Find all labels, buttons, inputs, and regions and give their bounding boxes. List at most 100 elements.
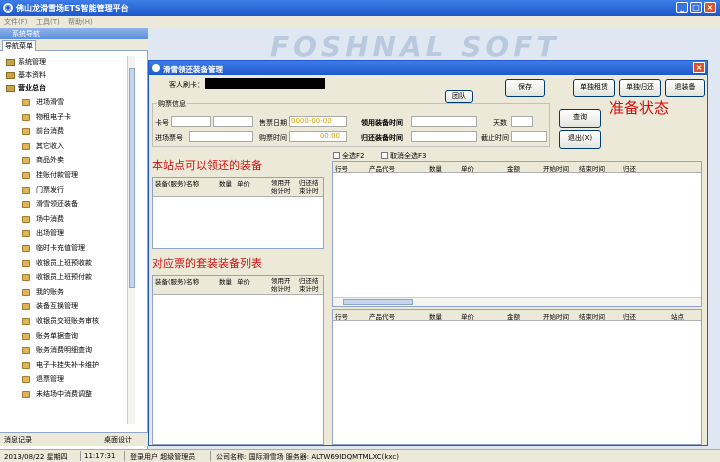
message-log-button[interactable]: 消息记录 [4, 435, 32, 445]
days-field[interactable] [511, 116, 533, 127]
deadline-label: 截止时间 [481, 134, 509, 142]
nav-item-label: 收银员上班预付款 [36, 273, 92, 282]
nav-group-basic[interactable]: 基本资料 [4, 69, 126, 82]
nav-item[interactable]: 未结场中消费调整 [4, 387, 126, 402]
folder-icon [6, 72, 15, 79]
card-no-field-2[interactable] [213, 116, 253, 127]
module-icon [22, 376, 30, 384]
status-company: 公司名称: 国际滑雪场 服务器: ALTW69IDQMTMLXC(kxc) [216, 453, 399, 461]
nav-item[interactable]: 前台消费 [4, 124, 126, 139]
return-time-field[interactable] [411, 131, 477, 142]
collect-time-field[interactable] [411, 116, 477, 127]
minimize-button[interactable]: _ [676, 2, 688, 13]
nav-item[interactable]: 出场管理 [4, 226, 126, 241]
module-icon [22, 201, 30, 209]
nav-item-label: 装备互换管理 [36, 302, 78, 311]
nav-item[interactable]: 滑雪领还装备 [4, 197, 126, 212]
team-button[interactable]: 团队 [445, 90, 473, 103]
nav-item[interactable]: 我的账务 [4, 285, 126, 300]
dialog-icon [152, 64, 160, 72]
sell-date-field[interactable]: 0000-00-00 [289, 116, 347, 127]
desktop-design-button[interactable]: 桌面设计 [104, 435, 132, 445]
nav-item[interactable]: 退票管理 [4, 372, 126, 387]
nav-item[interactable]: 其它收入 [4, 139, 126, 154]
nav-item[interactable]: 装备互换管理 [4, 299, 126, 314]
entry-ticket-field[interactable] [189, 131, 253, 142]
maximize-button[interactable]: □ [690, 2, 702, 13]
scroll-thumb[interactable] [343, 299, 413, 305]
tab-nav-menu[interactable]: 导航菜单 [2, 40, 36, 51]
nav-item[interactable]: 收银员上班预收款 [4, 256, 126, 271]
nav-item-label: 进场滑雪 [36, 98, 64, 106]
dialog-title-bar: 滑雪领还装备管理 × [149, 61, 707, 75]
nav-item-label: 滑雪领还装备 [36, 200, 78, 209]
save-button[interactable]: 保存 [505, 79, 545, 97]
nav-item[interactable]: 挂账付款管理 [4, 168, 126, 183]
grid-header: 行号 产品代号 数量 单价 金额 开始时间 结束时间 归还 [333, 162, 701, 173]
nav-item-label: 前台消费 [36, 127, 64, 136]
nav-item-label: 账务消费明细查询 [36, 346, 92, 355]
nav-header-title: 系统导航 [12, 30, 40, 38]
nav-footer: 消息记录 桌面设计 [0, 432, 148, 446]
refund-equipment-button[interactable]: 退装备 [665, 79, 705, 97]
return-detail-grid[interactable]: 行号 产品代号 数量 单价 金额 开始时间 结束时间 归还 站点 [332, 309, 702, 445]
close-button[interactable]: × [704, 2, 716, 13]
app-logo-icon: ◉ [3, 3, 13, 13]
module-icon [22, 128, 30, 136]
nav-item[interactable]: 账务单据查询 [4, 329, 126, 344]
module-icon [22, 390, 30, 398]
nav-item[interactable]: 场中消费 [4, 212, 126, 227]
menu-help[interactable]: 帮助(H) [68, 17, 93, 27]
module-icon [22, 244, 30, 252]
folder-icon [6, 59, 15, 66]
nav-item[interactable]: 商品外卖 [4, 153, 126, 168]
nav-item[interactable]: 收银员交班账务审核 [4, 314, 126, 329]
query-button[interactable]: 查询 [559, 109, 601, 128]
nav-item[interactable]: 账务消费明细查询 [4, 343, 126, 358]
dialog-close-button[interactable]: × [693, 62, 705, 73]
purchase-info-title: 购票信息 [157, 99, 187, 109]
set-equipment-grid[interactable]: 装备(服务)名称 数量 单价 领用开始计时 归还结束计时 [152, 275, 324, 445]
app-title: 佛山龙滑雪场ETS智能管理平台 [16, 4, 129, 13]
card-input[interactable] [205, 78, 325, 89]
module-icon [22, 215, 30, 223]
nav-scrollbar[interactable] [127, 56, 135, 424]
station-equipment-grid[interactable]: 装备(服务)名称 数量 单价 领用开始计时 归还结束计时 [152, 177, 324, 249]
nav-header: 系统导航 [0, 28, 148, 39]
card-no-field[interactable] [171, 116, 211, 127]
nav-item-label: 场中消费 [36, 214, 64, 223]
rental-detail-grid[interactable]: 行号 产品代号 数量 单价 金额 开始时间 结束时间 归还 [332, 161, 702, 307]
horizontal-scrollbar[interactable] [333, 297, 701, 306]
nav-tab-bar: 导航菜单 [0, 39, 148, 51]
nav-item[interactable]: 进场滑雪 [4, 95, 126, 110]
module-icon [22, 288, 30, 296]
nav-item[interactable]: 收银员上班预付款 [4, 270, 126, 285]
rent-button[interactable]: 单独租赁 [573, 79, 615, 97]
nav-group-system[interactable]: 系统管理 [4, 56, 126, 69]
nav-group-frontdesk[interactable]: 营业总台 [4, 82, 126, 95]
collect-time-label: 领用装备时间 [361, 119, 403, 127]
return-button[interactable]: 单独归还 [619, 79, 661, 97]
deadline-field[interactable] [511, 131, 547, 142]
nav-tree: 系统管理 基本资料 营业总台 进场滑雪物租电子卡前台消费其它收入 商品外卖 挂账付款… [4, 56, 126, 424]
module-icon [22, 303, 30, 311]
status-date: 2013/08/22 星期四 [4, 453, 68, 461]
check-all-checkbox[interactable]: 全选F2 [333, 151, 364, 161]
uncheck-all-checkbox[interactable]: 取消全选F3 [381, 151, 426, 161]
buy-time-field[interactable]: 00:00 [289, 131, 347, 142]
nav-item[interactable]: 电子卡挂失补卡维护 [4, 358, 126, 373]
exit-button[interactable]: 退出(X) [559, 130, 601, 149]
grid-header: 装备(服务)名称 数量 单价 领用开始计时 归还结束计时 [153, 178, 323, 197]
grid-header: 装备(服务)名称 数量 单价 领用开始计时 归还结束计时 [153, 276, 323, 295]
nav-item[interactable]: 物租电子卡 [4, 110, 126, 125]
nav-scroll-thumb[interactable] [129, 68, 135, 288]
menu-file[interactable]: 文件(F) [4, 17, 28, 27]
menu-bar: 文件(F) 工具(T) 帮助(H) [0, 16, 720, 28]
set-annotation: 对应票的套装装备列表 [152, 257, 262, 270]
nav-item[interactable]: 临时卡充值管理 [4, 241, 126, 256]
entry-ticket-label: 进场票号 [155, 134, 183, 142]
nav-item[interactable]: 门票发行 [4, 183, 126, 198]
menu-tools[interactable]: 工具(T) [36, 17, 60, 27]
module-icon [22, 347, 30, 355]
module-icon [22, 99, 30, 106]
